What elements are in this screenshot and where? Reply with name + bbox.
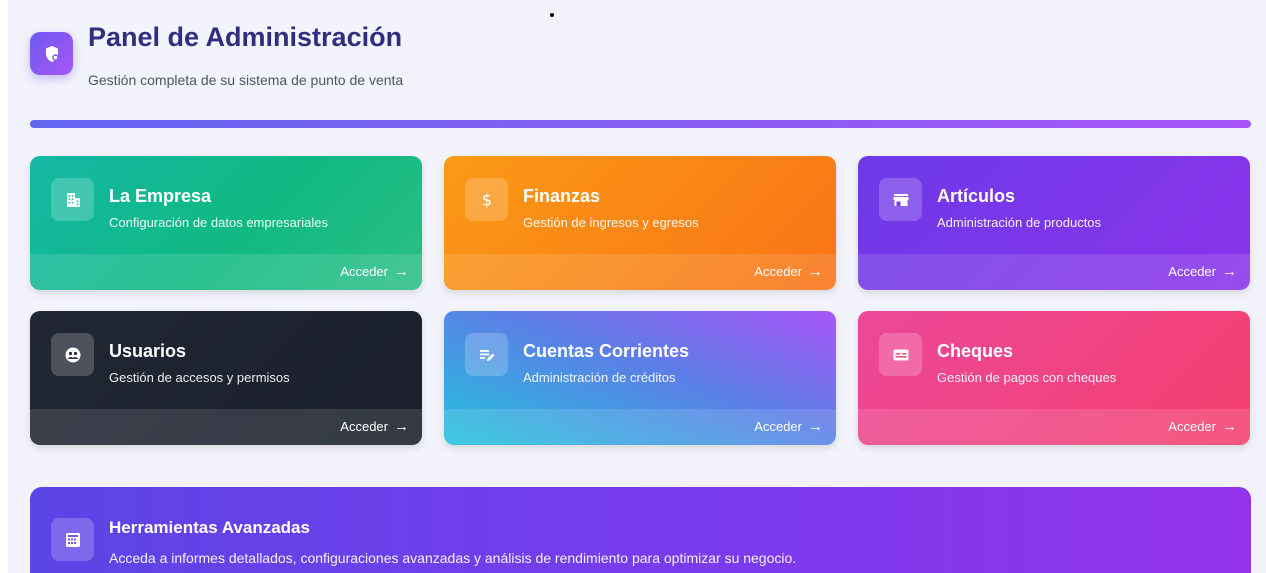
check-card-icon (879, 333, 922, 376)
card-description: Configuración de datos empresariales (109, 215, 328, 230)
card-footer: Acceder → (444, 254, 836, 290)
card-title: La Empresa (109, 186, 212, 206)
page-title: Panel de Administración (88, 22, 403, 52)
card-description: Administración de créditos (523, 370, 676, 385)
card-description: Gestión de accesos y permisos (109, 370, 290, 385)
arrow-right-icon: → (394, 418, 409, 435)
arrow-right-icon: → (1222, 418, 1237, 435)
advanced-title: Herramientas Avanzadas (109, 518, 310, 537)
card-finanzas[interactable]: $ Finanzas Gestión de ingresos y egresos… (444, 156, 836, 290)
card-footer: Acceder → (30, 254, 422, 290)
card-footer: Acceder → (30, 409, 422, 445)
card-footer: Acceder → (444, 409, 836, 445)
access-link[interactable]: Acceder → (340, 263, 409, 280)
card-footer: Acceder → (858, 409, 1250, 445)
card-description: Gestión de pagos con cheques (937, 370, 1117, 385)
header-divider (30, 120, 1251, 128)
card-title: Usuarios (109, 341, 187, 361)
card-usuarios[interactable]: Usuarios Gestión de accesos y permisos A… (30, 311, 422, 445)
card-title: Artículos (937, 186, 1016, 206)
card-articulos[interactable]: Artículos Administración de productos Ac… (858, 156, 1250, 290)
card-la-empresa[interactable]: La Empresa Configuración de datos empres… (30, 156, 422, 290)
page-subtitle: Gestión completa de su sistema de punto … (88, 72, 404, 88)
left-edge-strip (0, 0, 8, 573)
access-link[interactable]: Acceder → (1168, 263, 1237, 280)
users-icon (51, 333, 94, 376)
card-footer: Acceder → (858, 254, 1250, 290)
access-label: Acceder (340, 264, 388, 279)
advanced-description: Acceda a informes detallados, configurac… (109, 550, 797, 566)
card-title: Cheques (937, 341, 1014, 361)
arrow-right-icon: → (1222, 263, 1237, 280)
shield-icon (30, 32, 73, 75)
access-link[interactable]: Acceder → (754, 263, 823, 280)
building-icon (51, 178, 94, 221)
card-cheques[interactable]: Cheques Gestión de pagos con cheques Acc… (858, 311, 1250, 445)
access-label: Acceder (340, 419, 388, 434)
access-link[interactable]: Acceder → (1168, 418, 1237, 435)
cursor-dot (550, 13, 554, 17)
svg-text:$: $ (481, 191, 491, 209)
access-label: Acceder (1168, 419, 1216, 434)
store-icon (879, 178, 922, 221)
arrow-right-icon: → (808, 263, 823, 280)
arrow-right-icon: → (808, 418, 823, 435)
access-link[interactable]: Acceder → (340, 418, 409, 435)
advanced-tools-banner[interactable]: Herramientas Avanzadas Acceda a informes… (30, 487, 1251, 573)
edit-list-icon (465, 333, 508, 376)
card-description: Gestión de ingresos y egresos (523, 215, 699, 230)
access-label: Acceder (754, 419, 802, 434)
card-cuentas-corrientes[interactable]: Cuentas Corrientes Administración de cré… (444, 311, 836, 445)
card-title: Finanzas (523, 186, 601, 206)
access-label: Acceder (1168, 264, 1216, 279)
card-description: Administración de productos (937, 215, 1102, 230)
arrow-right-icon: → (394, 263, 409, 280)
dollar-icon: $ (465, 178, 508, 221)
card-title: Cuentas Corrientes (523, 341, 690, 361)
access-label: Acceder (754, 264, 802, 279)
access-link[interactable]: Acceder → (754, 418, 823, 435)
dashboard-icon (51, 518, 94, 561)
